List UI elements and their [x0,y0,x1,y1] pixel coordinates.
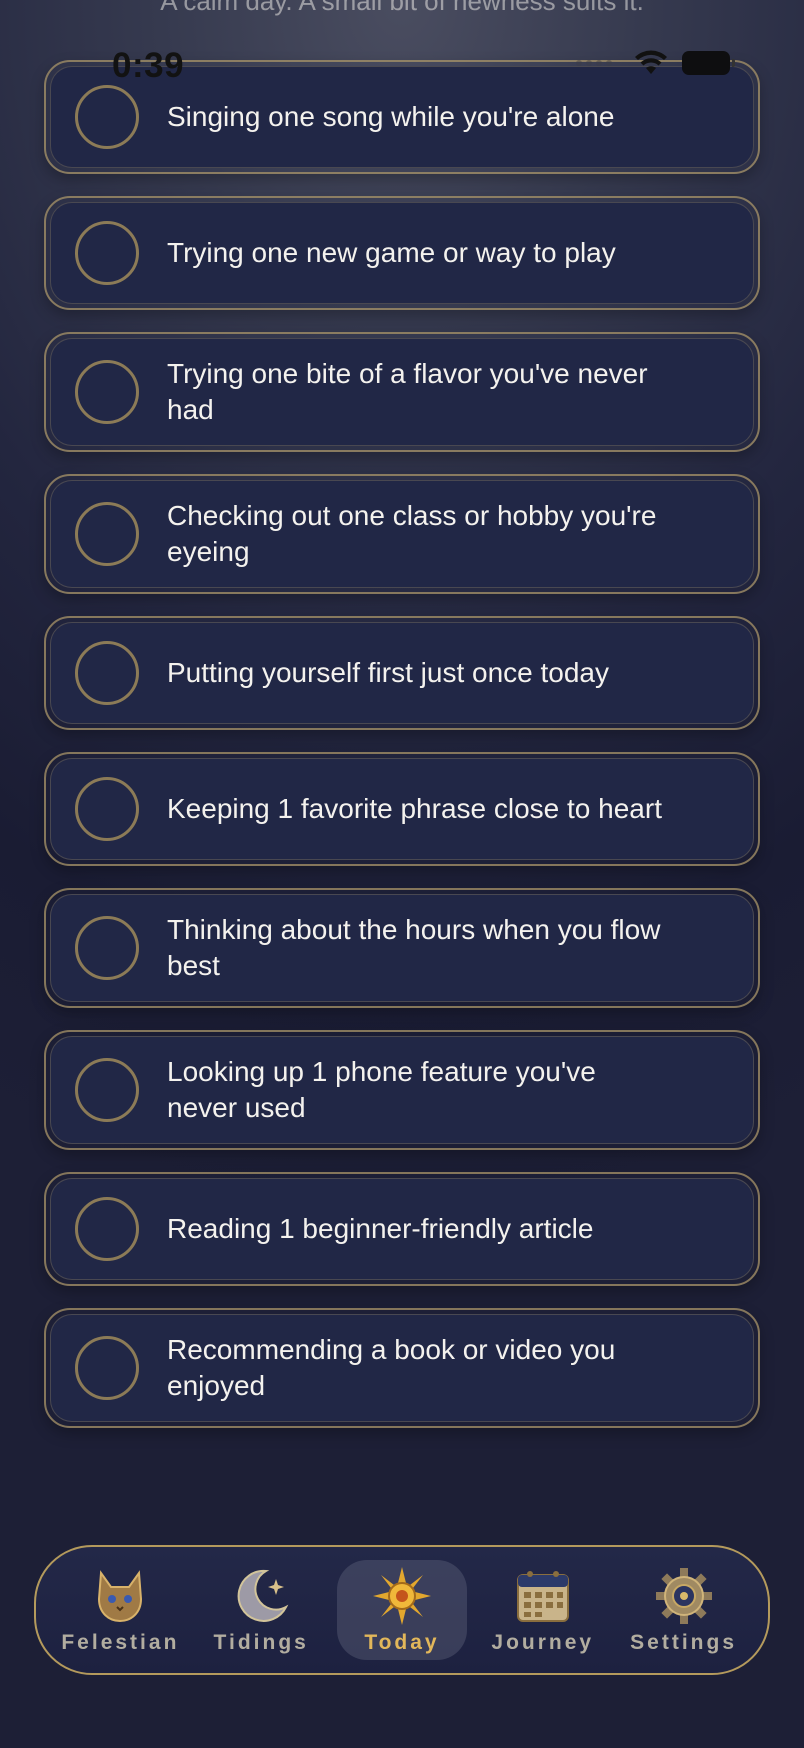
tab-label: Tidings [213,1631,309,1654]
task-label: Singing one song while you're alone [167,101,615,132]
task-label: Keeping 1 favorite phrase close to heart [167,793,662,824]
checkbox-circle[interactable] [75,1197,139,1261]
checkbox-circle[interactable] [75,1336,139,1400]
checkbox-circle[interactable] [75,221,139,285]
cellular-signal-icon [576,60,612,66]
status-time: 0:39 [112,46,185,85]
task-label: Recommending a book or video you enjoyed [167,1334,616,1401]
task-item[interactable]: Looking up 1 phone feature you've never … [44,1030,760,1150]
checkbox-circle[interactable] [75,360,139,424]
tab-bar: Felestian Tidings Today Journey Settings [34,1545,770,1675]
sun-icon [372,1567,431,1625]
checkbox-circle[interactable] [75,641,139,705]
tab-settings[interactable]: Settings [619,1560,749,1660]
task-label: Thinking about the hours when you flow b… [167,914,661,981]
task-item[interactable]: Reading 1 beginner-friendly article [44,1172,760,1286]
task-label: Looking up 1 phone feature you've never … [167,1056,596,1123]
gear-icon [655,1568,712,1624]
task-item[interactable]: Putting yourself first just once today [44,616,760,730]
task-label: Trying one new game or way to play [167,237,616,268]
task-item[interactable]: Keeping 1 favorite phrase close to heart [44,752,760,866]
task-label: Putting yourself first just once today [167,657,609,688]
tab-felestian[interactable]: Felestian [55,1560,185,1660]
checkbox-circle[interactable] [75,502,139,566]
tab-journey[interactable]: Journey [478,1560,608,1660]
checkbox-circle[interactable] [75,916,139,980]
task-list: Singing one song while you're alone Tryi… [44,60,760,1450]
checkbox-circle[interactable] [75,1058,139,1122]
task-label: Trying one bite of a flavor you've never… [167,358,648,425]
battery-icon [682,51,735,75]
tab-label: Journey [491,1631,595,1654]
header-subtitle: A calm day. A small bit of newness suits… [160,0,644,16]
task-item[interactable]: Trying one bite of a flavor you've never… [44,332,760,452]
tab-label: Settings [630,1631,737,1654]
task-item[interactable]: Recommending a book or video you enjoyed [44,1308,760,1428]
tab-tidings[interactable]: Tidings [196,1560,326,1660]
task-item[interactable]: Checking out one class or hobby you're e… [44,474,760,594]
status-bar: 0:39 [0,40,804,92]
wifi-icon [635,50,667,74]
tab-label: Today [364,1631,440,1654]
task-item[interactable]: Thinking about the hours when you flow b… [44,888,760,1008]
calendar-icon [516,1571,569,1622]
task-item[interactable]: Trying one new game or way to play [44,196,760,310]
checkbox-circle[interactable] [75,85,139,149]
tab-today[interactable]: Today [336,1560,467,1660]
task-label: Checking out one class or hobby you're e… [167,500,657,567]
cat-icon [98,1570,143,1623]
tab-label: Felestian [61,1631,180,1654]
checkbox-circle[interactable] [75,777,139,841]
crescent-moon-icon [237,1569,289,1622]
status-icons [576,50,735,76]
task-label: Reading 1 beginner-friendly article [167,1213,594,1244]
